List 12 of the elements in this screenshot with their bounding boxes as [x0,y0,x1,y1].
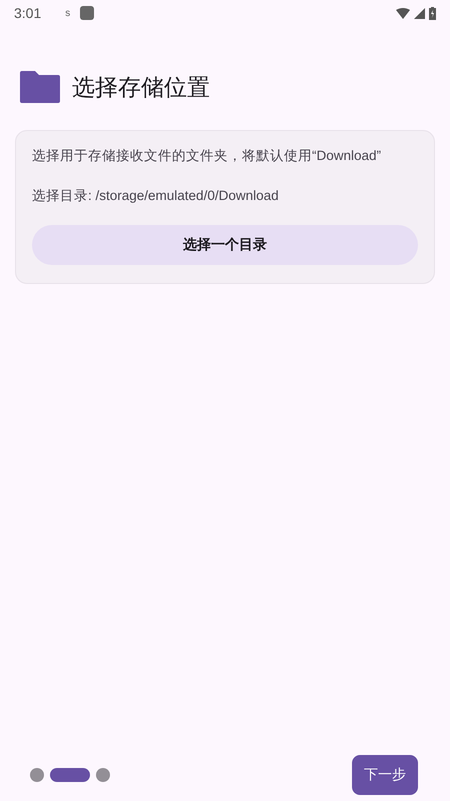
notification-text: s [65,8,70,18]
signal-icon [414,8,425,18]
directory-path-text: 选择目录: /storage/emulated/0/Download [32,187,280,205]
folder-icon [20,71,60,103]
app-notification-icon [80,6,94,20]
status-time: 3:01 [14,5,42,21]
description-text: 选择用于存储接收文件的文件夹，将默认使用“Download” [32,147,382,165]
page-title: 选择存储位置 [72,72,210,102]
wifi-icon [396,8,410,18]
next-button[interactable]: 下一步 [352,755,418,795]
choose-directory-button[interactable]: 选择一个目录 [32,225,418,265]
battery-icon [429,6,436,20]
